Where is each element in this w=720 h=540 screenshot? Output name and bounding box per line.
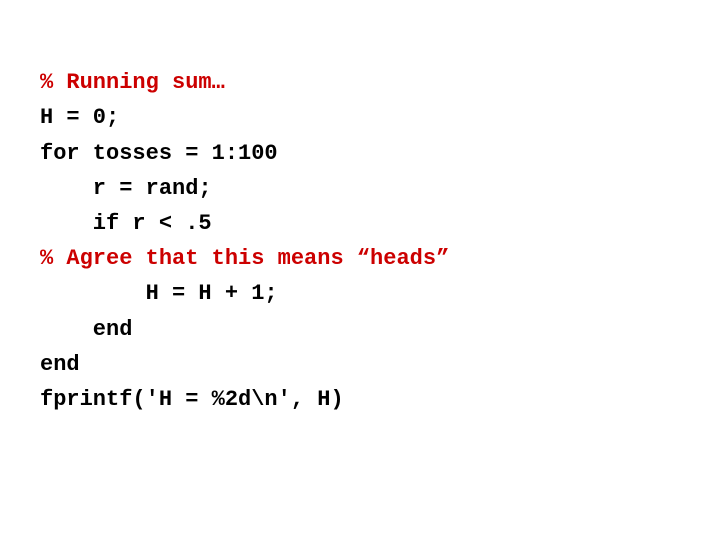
code-line-line8: end <box>40 312 449 347</box>
code-line-line4: r = rand; <box>40 171 449 206</box>
code-line-line6: % Agree that this means “heads” <box>40 241 449 276</box>
code-line-line1: % Running sum… <box>40 65 449 100</box>
code-line-line7: H = H + 1; <box>40 276 449 311</box>
code-block: % Running sum…H = 0;for tosses = 1:100 r… <box>0 0 489 447</box>
code-line-line5: if r < .5 <box>40 206 449 241</box>
code-line-line3: for tosses = 1:100 <box>40 136 449 171</box>
code-line-line9: end <box>40 347 449 382</box>
code-line-line2: H = 0; <box>40 100 449 135</box>
code-line-line10: fprintf('H = %2d\n', H) <box>40 382 449 417</box>
